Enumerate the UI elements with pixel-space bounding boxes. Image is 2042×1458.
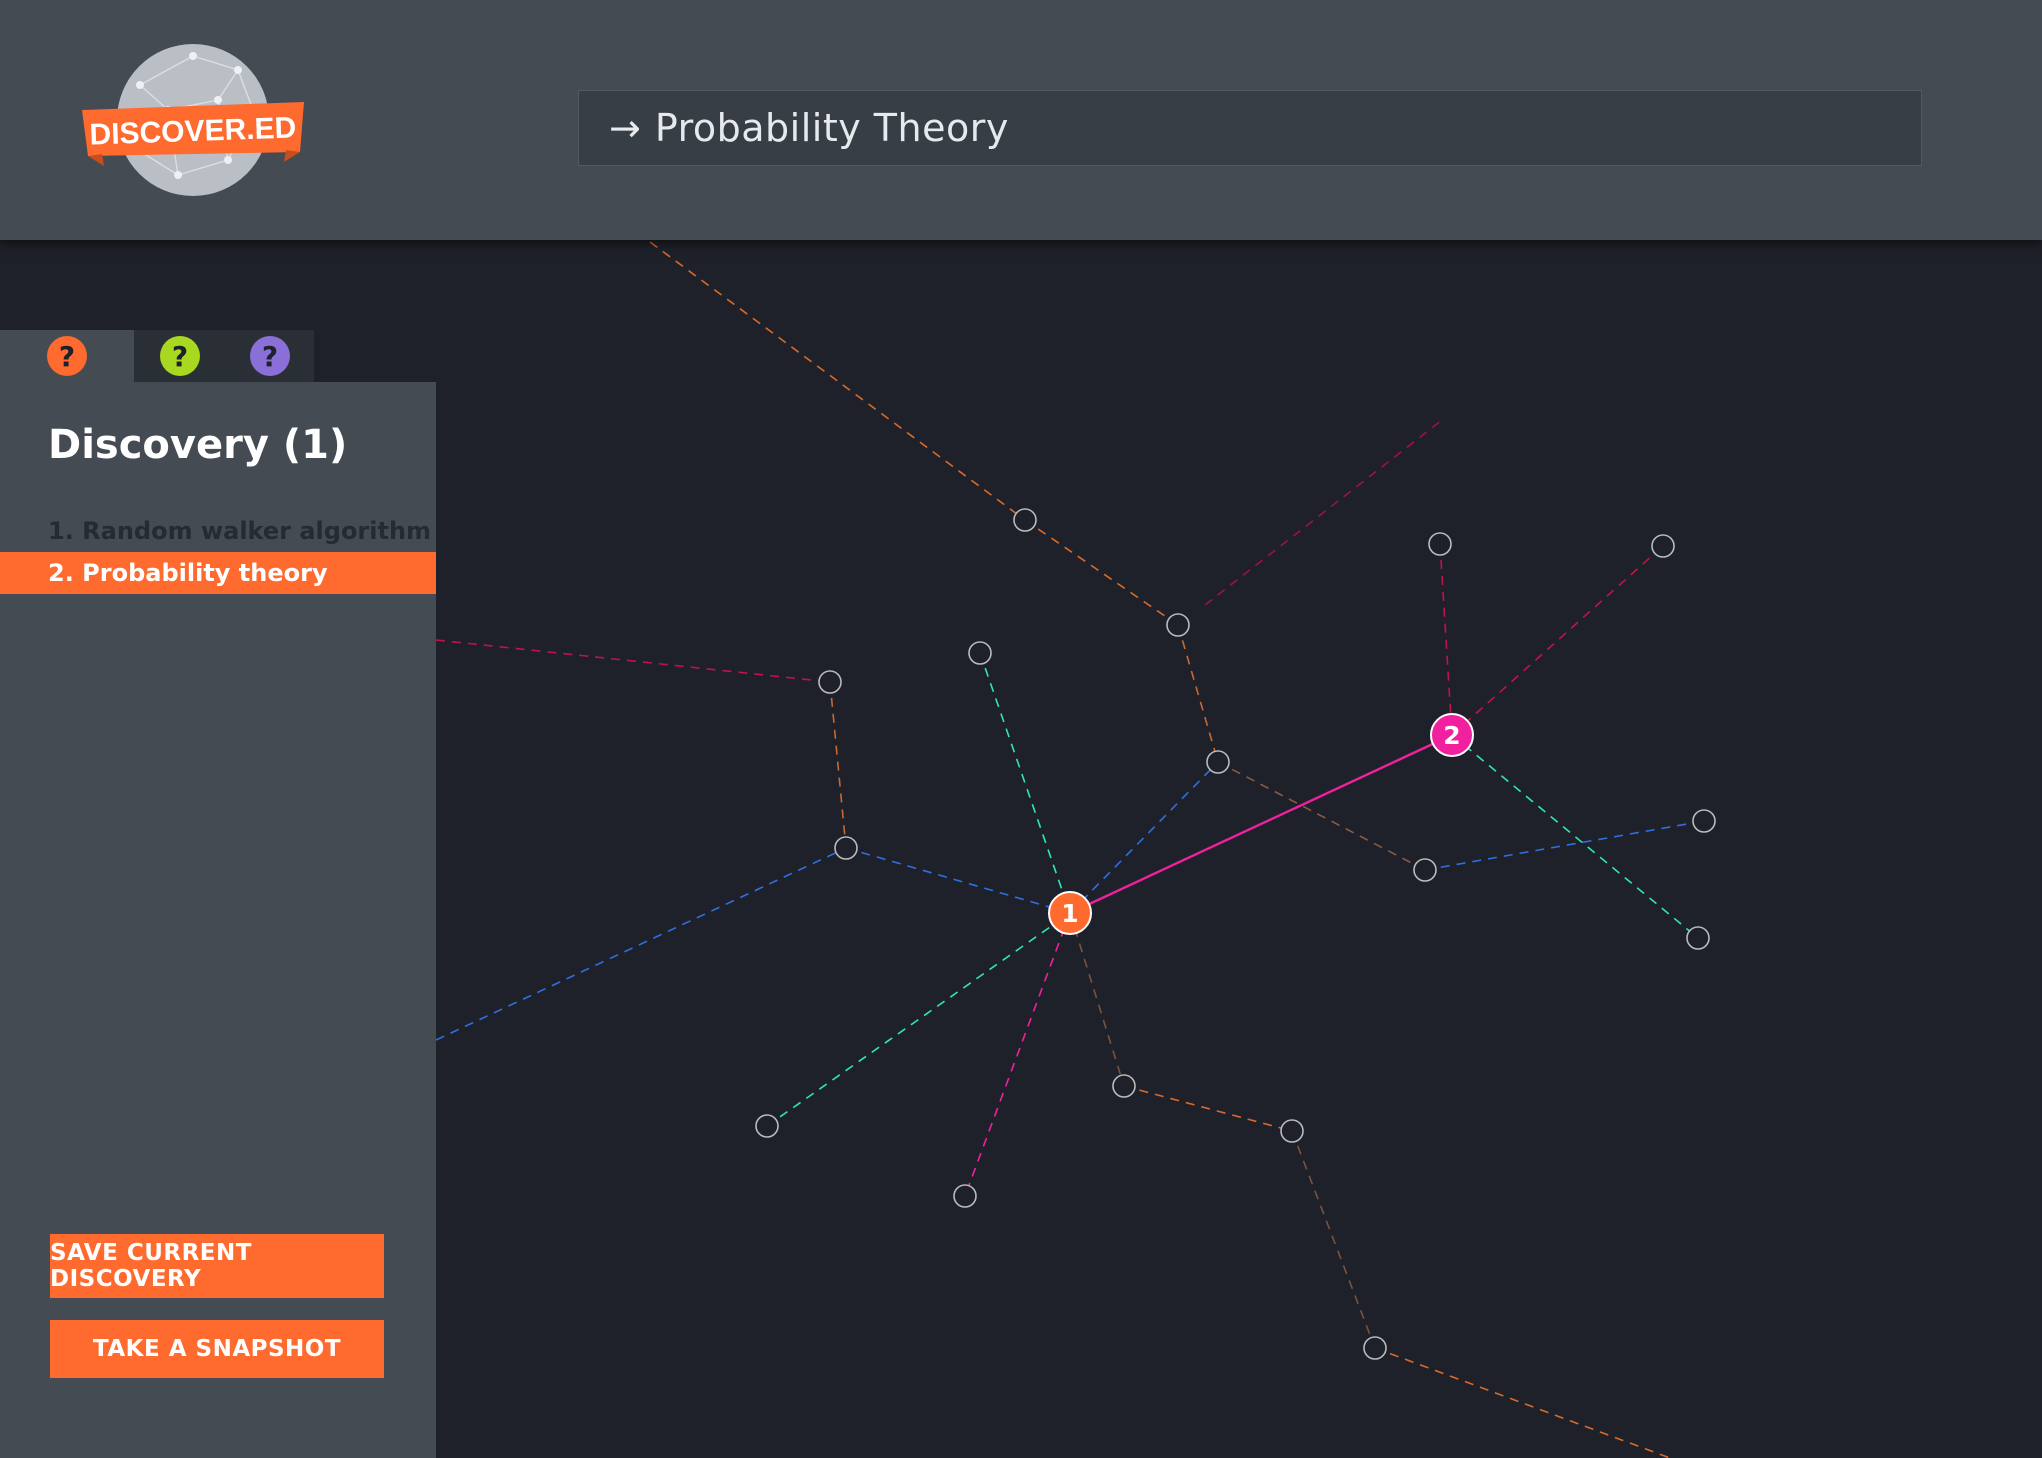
edge xyxy=(1451,545,1664,736)
graph-node[interactable] xyxy=(1013,508,1037,532)
edge xyxy=(1069,912,1125,1087)
graph-node[interactable] xyxy=(1112,1074,1136,1098)
edge xyxy=(1291,1130,1376,1349)
graph-node[interactable] xyxy=(953,1184,977,1208)
graph-node[interactable] xyxy=(1363,1336,1387,1360)
edge xyxy=(964,912,1071,1197)
graph-node[interactable] xyxy=(1651,534,1675,558)
discovery-list-item-active[interactable]: 2. Probability theory xyxy=(0,552,436,594)
edge xyxy=(1123,1085,1293,1132)
topic-search-bar[interactable]: → Probability Theory xyxy=(578,90,1922,166)
edge xyxy=(1177,624,1219,763)
tab-discovery[interactable]: ? xyxy=(0,330,134,382)
discovery-sidebar: Discovery (1) 1. Random walker algorithm… xyxy=(0,382,436,1458)
graph-node[interactable] xyxy=(1692,809,1716,833)
graph-node[interactable] xyxy=(834,836,858,860)
graph-node[interactable] xyxy=(755,1114,779,1138)
tab-purple[interactable]: ? xyxy=(226,330,314,382)
question-icon: ? xyxy=(250,336,290,376)
discovered-logo[interactable]: DISCOVER.ED xyxy=(78,40,308,200)
edge xyxy=(1204,419,1443,606)
graph-node[interactable] xyxy=(1428,532,1452,556)
graph-node[interactable] xyxy=(1206,750,1230,774)
edge xyxy=(1451,734,1699,939)
main-node-2-label: 2 xyxy=(1443,721,1460,750)
tab-green[interactable]: ? xyxy=(134,330,226,382)
top-header: DISCOVER.ED → Probability Theory xyxy=(0,0,2042,240)
edge xyxy=(1217,761,1426,871)
edge xyxy=(435,639,831,683)
question-icon: ? xyxy=(47,336,87,376)
edge xyxy=(1024,519,1179,626)
edge xyxy=(1439,543,1453,736)
graph-node[interactable] xyxy=(818,670,842,694)
question-icon: ? xyxy=(160,336,200,376)
main-node-1-label: 1 xyxy=(1061,899,1078,928)
main-node-1[interactable]: 1 xyxy=(1048,891,1092,935)
arrow-right-icon: → xyxy=(609,106,641,150)
edge xyxy=(845,847,1071,914)
panel-tabs: ? ? ? xyxy=(0,330,314,382)
graph-node[interactable] xyxy=(1413,858,1437,882)
edge xyxy=(766,912,1071,1127)
main-node-2[interactable]: 2 xyxy=(1430,713,1474,757)
edge xyxy=(979,652,1071,914)
graph-node[interactable] xyxy=(1280,1119,1304,1143)
active-link xyxy=(1069,733,1453,915)
edge xyxy=(829,681,847,849)
edge xyxy=(649,241,1026,521)
edge xyxy=(435,847,847,1041)
search-query: Probability Theory xyxy=(654,106,1009,150)
save-discovery-button[interactable]: SAVE CURRENT DISCOVERY xyxy=(50,1234,384,1298)
graph-node[interactable] xyxy=(1166,613,1190,637)
edge xyxy=(1374,1347,1671,1458)
take-snapshot-button[interactable]: TAKE A SNAPSHOT xyxy=(50,1320,384,1378)
graph-node[interactable] xyxy=(968,641,992,665)
sidebar-title: Discovery (1) xyxy=(48,422,348,468)
edge xyxy=(1069,761,1219,914)
discovery-list-item[interactable]: 1. Random walker algorithm xyxy=(0,510,436,552)
graph-node[interactable] xyxy=(1686,926,1710,950)
